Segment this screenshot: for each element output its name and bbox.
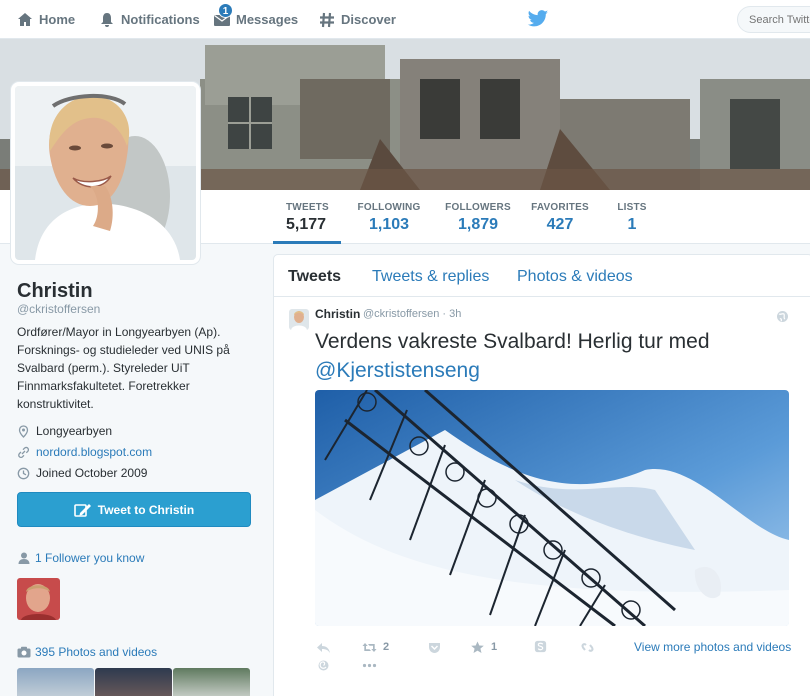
profile-name[interactable]: Christin	[17, 280, 93, 303]
stat-favorites-value: 427	[546, 216, 574, 233]
user-icon	[18, 552, 30, 564]
tweet-to-button[interactable]: Tweet to Christin	[17, 492, 251, 527]
tweet-mention[interactable]: @Kjerstistenseng	[315, 359, 480, 382]
photos-videos-link[interactable]: 395 Photos and videos	[17, 645, 157, 659]
stat-followers-value: 1,879	[457, 216, 499, 233]
stat-followers-label: FOLLOWERS	[445, 202, 511, 213]
location-pin-icon	[18, 424, 29, 438]
share-link-button[interactable]	[580, 640, 601, 654]
follower-avatar-image	[17, 578, 60, 620]
profile-joined-text: Joined October 2009	[36, 466, 148, 480]
nav-messages-label: Messages	[236, 12, 299, 27]
stat-following-label: FOLLOWING	[357, 202, 421, 213]
spiral-icon	[318, 660, 329, 670]
profile-bio: Ordfører/Mayor in Longyearbyen (Ap). For…	[17, 325, 230, 411]
profile-location-text: Longyearbyen	[36, 424, 113, 438]
timeline-tabs: Tweets Tweets & replies Photos & videos	[274, 255, 810, 297]
home-icon	[18, 12, 32, 26]
search-input[interactable]	[737, 6, 810, 33]
skype-icon	[534, 640, 547, 652]
pocket-icon	[429, 642, 440, 653]
reply-icon	[317, 642, 330, 653]
favorite-count: 1	[491, 641, 498, 653]
nav-notifications[interactable]: Notifications	[98, 0, 200, 39]
skype-button[interactable]	[533, 639, 554, 653]
profile-joined: Joined October 2009	[17, 464, 147, 482]
ellipsis-icon	[362, 663, 377, 667]
stat-favorites[interactable]: FAVORITES 427	[530, 190, 590, 244]
retweet-icon	[362, 642, 377, 652]
tweet-text: Verdens vakreste Svalbard! Herlig tur me…	[315, 327, 795, 385]
profile-handle: @ckristoffersen	[17, 302, 101, 316]
retweet-count: 2	[383, 641, 390, 653]
tweet-text-body: Verdens vakreste Svalbard! Herlig tur me…	[315, 330, 710, 353]
avatar-image	[15, 86, 196, 260]
retweet-button[interactable]: 2	[362, 640, 389, 654]
tab-photos-videos[interactable]: Photos & videos	[517, 268, 633, 286]
nav-notifications-label: Notifications	[121, 12, 200, 27]
nav-discover-label: Discover	[341, 12, 396, 27]
nav-discover[interactable]: Discover	[318, 0, 396, 39]
tweet-author-name[interactable]: Christin	[315, 307, 360, 321]
stat-lists-value: 1	[627, 216, 637, 233]
star-icon	[471, 641, 484, 653]
stat-followers[interactable]: FOLLOWERS 1,879	[441, 190, 515, 244]
bell-icon	[101, 12, 113, 27]
tweet-photo-image	[315, 390, 789, 626]
photo-thumb[interactable]	[173, 668, 250, 696]
tweet-to-label: Tweet to Christin	[97, 502, 195, 517]
followers-you-know-link[interactable]: 1 Follower you know	[17, 551, 144, 565]
stat-lists[interactable]: LISTS 1	[612, 190, 652, 244]
tab-tweets-replies[interactable]: Tweets & replies	[372, 268, 489, 286]
followers-you-know-text[interactable]: 1 Follower you know	[35, 551, 144, 565]
stat-favorites-label: FAVORITES	[531, 202, 589, 213]
more-button[interactable]	[362, 658, 383, 672]
stat-following[interactable]: FOLLOWING 1,103	[354, 190, 424, 244]
link-chain-icon	[581, 642, 594, 652]
twitter-bird-icon[interactable]	[527, 9, 549, 29]
tweet-avatar-image	[289, 309, 309, 330]
tab-tweets[interactable]: Tweets	[288, 268, 341, 286]
hashtag-icon	[320, 12, 334, 27]
profile-url-text[interactable]: nordord.blogspot.com	[36, 445, 152, 459]
compose-icon	[73, 503, 91, 517]
extension-button[interactable]	[316, 658, 337, 672]
reply-button[interactable]	[316, 640, 337, 654]
pocket-button[interactable]	[427, 640, 448, 654]
favorite-button[interactable]: 1	[470, 640, 497, 654]
messages-badge: 1	[218, 3, 233, 18]
photo-thumb[interactable]	[95, 668, 172, 696]
link-icon	[18, 446, 30, 458]
photos-videos-text[interactable]: 395 Photos and videos	[35, 645, 157, 659]
profile-avatar[interactable]	[11, 82, 200, 264]
tweet-author-handle[interactable]: @ckristoffersen · 3h	[363, 308, 461, 320]
top-nav: Home Notifications Messages 1 Discover	[0, 0, 810, 39]
calendar-icon	[17, 467, 30, 479]
stat-tweets-value: 5,177	[286, 216, 327, 233]
stat-tweets-label: TWEETS	[286, 202, 329, 213]
view-more-photos-link[interactable]: View more photos and videos	[634, 640, 791, 654]
stat-tweets[interactable]: TWEETS 5,177	[273, 190, 341, 244]
globe-icon	[777, 311, 788, 322]
photo-thumb[interactable]	[17, 668, 94, 696]
tweet-photo[interactable]	[315, 390, 789, 626]
stat-lists-label: LISTS	[617, 202, 647, 213]
nav-home[interactable]: Home	[16, 0, 75, 39]
nav-home-label: Home	[39, 12, 76, 27]
profile-url[interactable]: nordord.blogspot.com	[17, 443, 152, 461]
follower-avatar[interactable]	[17, 578, 60, 620]
camera-icon	[17, 646, 31, 658]
profile-location: Longyearbyen	[17, 422, 112, 440]
stat-following-value: 1,103	[368, 216, 410, 233]
tweet-avatar[interactable]	[289, 309, 309, 330]
